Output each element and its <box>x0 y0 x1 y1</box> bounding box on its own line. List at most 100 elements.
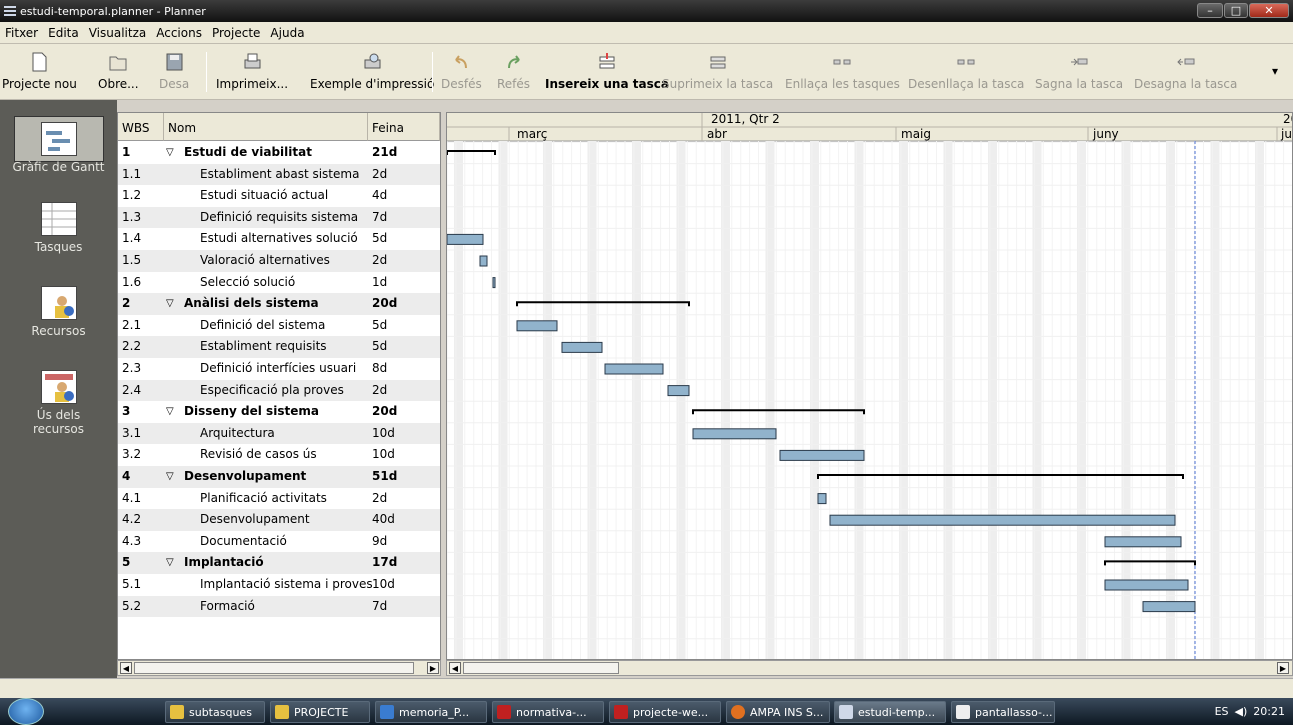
sidebar-item-tasks[interactable]: Tasques <box>0 202 117 254</box>
table-row[interactable]: 1.4 Estudi alternatives solució 5d <box>118 228 440 250</box>
unindent-task-button[interactable]: Desagna la tasca <box>1134 44 1237 100</box>
task-bar <box>479 255 488 267</box>
task-list-icon <box>40 202 77 236</box>
open-button[interactable]: Obre... <box>98 44 139 100</box>
menu-ajuda[interactable]: Ajuda <box>265 26 309 40</box>
sidebar-item-resource-usage[interactable]: Ús dels recursos <box>0 370 117 436</box>
wbs-cell: 3.2 <box>122 447 142 462</box>
table-row[interactable]: 3.2 Revisió de casos ús 10d <box>118 444 440 466</box>
collapse-icon[interactable]: ▽ <box>166 401 174 422</box>
redo-button[interactable]: Refés <box>497 44 530 100</box>
table-row[interactable]: 1 ▽ Estudi de viabilitat 21d <box>118 142 440 164</box>
start-button[interactable] <box>8 698 44 725</box>
table-row[interactable]: 2.4 Especificació pla proves 2d <box>118 379 440 402</box>
insert-task-button[interactable]: Insereix una tasca <box>545 44 669 100</box>
work-cell: 5d <box>372 339 388 354</box>
taskbar-button[interactable]: pantallasso-... <box>951 701 1055 723</box>
work-cell: 20d <box>372 404 398 419</box>
taskbar-button[interactable]: AMPA INS S... <box>726 701 830 723</box>
wbs-cell: 2.2 <box>122 339 142 354</box>
scroll-left-button[interactable]: ◀ <box>120 662 132 674</box>
scroll-thumb[interactable] <box>134 662 414 674</box>
save-button[interactable]: Desa <box>159 44 189 100</box>
taskbar-button[interactable]: projecte-we... <box>609 701 721 723</box>
table-row[interactable]: 2.2 Establiment requisits 5d <box>118 336 440 358</box>
language-indicator[interactable]: ES <box>1215 705 1229 718</box>
menu-fitxer[interactable]: Fitxer <box>0 26 43 40</box>
task-bar <box>1104 579 1189 591</box>
table-row[interactable]: 5 ▽ Implantació 17d <box>118 552 440 574</box>
table-row[interactable]: 1.5 Valoració alternatives 2d <box>118 250 440 272</box>
clock[interactable]: 20:21 <box>1253 705 1285 718</box>
volume-icon[interactable]: ◀) <box>1235 705 1248 718</box>
taskbar-button[interactable]: estudi-temp... <box>834 701 946 723</box>
scroll-right-button[interactable]: ▶ <box>427 662 439 674</box>
task-bar <box>561 341 603 353</box>
table-row[interactable]: 1.6 Selecció solució 1d <box>118 272 440 294</box>
task-name-cell: Desenvolupament <box>184 469 307 483</box>
table-row[interactable]: 1.2 Estudi situació actual 4d <box>118 185 440 207</box>
column-header-wbs[interactable]: WBS <box>118 113 164 141</box>
table-row[interactable]: 3 ▽ Disseny del sistema 20d <box>118 401 440 423</box>
sidebar-item-gantt[interactable]: Gràfic de Gantt <box>0 108 117 186</box>
maximize-button[interactable]: □ <box>1224 3 1248 18</box>
sidebar-item-resources[interactable]: Recursos <box>0 286 117 338</box>
table-row[interactable]: 4.2 Desenvolupament 40d <box>118 509 440 531</box>
wbs-cell: 1.5 <box>122 253 142 267</box>
gantt-scrollbar[interactable]: ◀ ▶ <box>446 660 1293 676</box>
scroll-thumb[interactable] <box>463 662 619 674</box>
task-name-cell: Especificació pla proves <box>200 382 344 397</box>
link-tasks-button[interactable]: Enllaça les tasques <box>785 44 900 100</box>
wbs-cell: 5.2 <box>122 598 142 613</box>
menu-edita[interactable]: Edita <box>43 26 84 40</box>
work-cell: 10d <box>372 577 395 591</box>
table-row[interactable]: 2.1 Definició del sistema 5d <box>118 315 440 337</box>
delete-task-button[interactable]: Suprimeix la tasca <box>662 44 773 100</box>
column-header-work[interactable]: Feina <box>368 113 440 141</box>
menu-projecte[interactable]: Projecte <box>207 26 265 40</box>
table-row[interactable]: 2.3 Definició interfícies usuari 8d <box>118 358 440 380</box>
task-table-scrollbar[interactable]: ◀ ▶ <box>117 660 441 676</box>
print-preview-button[interactable]: Exemple d'impressió <box>310 44 434 100</box>
table-row[interactable]: 5.2 Formació 7d <box>118 595 440 618</box>
table-row[interactable]: 4.3 Documentació 9d <box>118 531 440 553</box>
new-project-button[interactable]: Projecte nou <box>2 44 77 100</box>
collapse-icon[interactable]: ▽ <box>166 552 174 573</box>
menu-visualitza[interactable]: Visualitza <box>84 26 152 40</box>
table-row[interactable]: 3.1 Arquitectura 10d <box>118 422 440 445</box>
task-bar <box>516 320 558 332</box>
taskbar-button[interactable]: memoria_P... <box>375 701 487 723</box>
resource-usage-icon <box>40 370 77 404</box>
menu-accions[interactable]: Accions <box>151 26 207 40</box>
wbs-cell: 1 <box>122 145 131 159</box>
scroll-right-button[interactable]: ▶ <box>1277 662 1289 674</box>
collapse-icon[interactable]: ▽ <box>166 142 174 163</box>
table-row[interactable]: 4 ▽ Desenvolupament 51d <box>118 466 440 488</box>
window-title: estudi-temporal.planner - Planner <box>20 4 206 18</box>
print-button[interactable]: Imprimeix... <box>216 44 288 100</box>
wbs-cell: 4.3 <box>122 533 142 548</box>
table-row[interactable]: 2 ▽ Anàlisi dels sistema 20d <box>118 293 440 315</box>
table-row[interactable]: 1.3 Definició requisits sistema 7d <box>118 206 440 229</box>
toolbar-overflow-button[interactable]: ▾ <box>1272 64 1278 78</box>
gantt-chart[interactable]: 2011, Qtr 2 20 març abr maig juny ju <box>446 112 1293 660</box>
unlink-task-button[interactable]: Desenllaça la tasca <box>908 44 1024 100</box>
table-row[interactable]: 1.1 Establiment abast sistema 2d <box>118 163 440 186</box>
minimize-button[interactable]: – <box>1197 3 1223 18</box>
taskbar-button[interactable]: PROJECTE <box>270 701 370 723</box>
task-bar <box>1142 601 1196 613</box>
collapse-icon[interactable]: ▽ <box>166 293 174 314</box>
column-header-name[interactable]: Nom <box>164 113 368 141</box>
task-name-cell: Anàlisi dels sistema <box>184 296 319 311</box>
table-row[interactable]: 5.1 Implantació sistema i proves 10d <box>118 574 440 596</box>
taskbar-button[interactable]: normativa-... <box>492 701 604 723</box>
wbs-cell: 2.3 <box>122 361 142 375</box>
collapse-icon[interactable]: ▽ <box>166 466 174 487</box>
scroll-left-button[interactable]: ◀ <box>449 662 461 674</box>
indent-task-button[interactable]: Sagna la tasca <box>1035 44 1123 100</box>
taskbar-button[interactable]: subtasques <box>165 701 265 723</box>
undo-button[interactable]: Desfés <box>441 44 482 100</box>
task-name-cell: Formació <box>200 598 255 613</box>
close-button[interactable]: ✕ <box>1249 3 1289 18</box>
table-row[interactable]: 4.1 Planificació activitats 2d <box>118 488 440 510</box>
